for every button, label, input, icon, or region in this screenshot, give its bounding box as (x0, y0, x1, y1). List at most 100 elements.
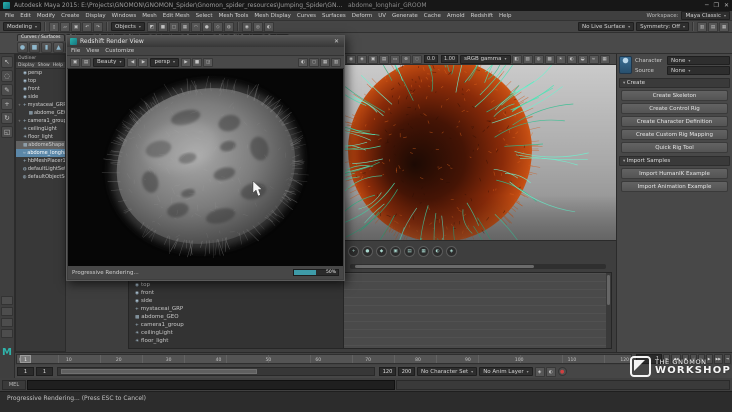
symmetry-dropdown[interactable]: Symmetry: Off (636, 22, 689, 31)
dopesheet-item-floor-light[interactable]: ☀ floor_light (129, 337, 343, 345)
filter-button[interactable]: ◐ (432, 246, 443, 257)
menu-deform[interactable]: Deform (349, 13, 375, 19)
render-settings-icon[interactable]: ◐ (263, 21, 274, 32)
menu-uv[interactable]: UV (375, 13, 389, 19)
zoom-fit-icon[interactable]: ◻ (309, 57, 319, 67)
layout-persp-graph-button[interactable] (1, 329, 13, 338)
menu-arnold[interactable]: Arnold (444, 13, 468, 19)
start-ipr-icon[interactable]: ▶ (180, 57, 191, 67)
create-skeleton-button[interactable]: Create Skeleton (621, 90, 728, 101)
toggle-tool-settings-icon[interactable]: ▤ (708, 21, 718, 32)
rv-close-button[interactable]: ✕ (332, 38, 341, 45)
shelf-icon-nurbs-sphere[interactable]: ● (17, 42, 28, 53)
menu-help[interactable]: Help (496, 13, 515, 19)
stop-render-icon[interactable]: ■ (191, 57, 202, 67)
expand-arrow[interactable]: + (18, 103, 22, 107)
character-dropdown[interactable]: None (667, 56, 730, 65)
camera-attributes-icon[interactable]: ▣ (368, 54, 378, 64)
save-snapshot-icon[interactable]: ▣ (70, 57, 80, 67)
oversampling-icon[interactable]: ◌ (412, 54, 422, 64)
frame-playback-range-button[interactable]: ▤ (404, 246, 415, 257)
display-gamma-icon[interactable]: ◐ (298, 57, 308, 67)
outliner-item-top[interactable]: ◉ top (16, 77, 65, 85)
rv-menu-view[interactable]: View (86, 48, 99, 54)
playback-start-field[interactable]: 1 (36, 367, 53, 376)
menu-mesh-tools[interactable]: Mesh Tools (216, 13, 252, 19)
command-input[interactable] (27, 379, 395, 390)
toggle-channel-box-icon[interactable]: ▦ (719, 21, 729, 32)
outliner-menu-help[interactable]: Help (53, 63, 63, 68)
selection-mask-dropdown[interactable]: Objects (111, 22, 145, 31)
menu-mesh-display[interactable]: Mesh Display (251, 13, 294, 19)
dopesheet-item-mystaceai-grp[interactable]: + mystaceai_GRP (129, 305, 343, 313)
2d-pan-zoom-icon[interactable]: ⊕ (401, 54, 411, 64)
load-snapshot-icon[interactable]: ▤ (81, 57, 91, 67)
close-button[interactable]: ✕ (724, 2, 729, 9)
snap-plane-icon[interactable]: ◇ (212, 21, 223, 32)
menu-windows[interactable]: Windows (109, 13, 140, 19)
view-transform-dropdown[interactable]: sRGB gamma (460, 54, 511, 64)
isolate-select-icon[interactable]: ◧ (511, 54, 522, 64)
exposure-field[interactable]: 0.0 (424, 55, 438, 63)
scrollbar-thumb[interactable] (607, 275, 610, 305)
playback-end-field[interactable]: 120 (379, 367, 396, 376)
multisampling-icon[interactable]: ▦ (599, 54, 610, 64)
menu-create[interactable]: Create (58, 13, 82, 19)
dopesheet-item-camera1-group[interactable]: + camera1_group (129, 321, 343, 329)
open-scene-icon[interactable]: ▱ (60, 21, 71, 32)
rv-menu-file[interactable]: File (71, 48, 80, 54)
motion-blur-icon[interactable]: ≈ (588, 54, 599, 64)
select-tool-icon[interactable]: ↖ (1, 56, 13, 68)
live-surface-dropdown[interactable]: No Live Surface (577, 22, 635, 31)
dopesheet-item-top[interactable]: ◉ top (129, 281, 343, 289)
outliner-menu-display[interactable]: Display (18, 63, 35, 68)
import-humanik-example-button[interactable]: Import HumanIK Example (621, 168, 728, 179)
dopesheet-item-ceilinglight[interactable]: ☀ ceilingLight (129, 329, 343, 337)
new-scene-icon[interactable]: ▯ (49, 21, 60, 32)
rv-menu-customize[interactable]: Customize (105, 48, 134, 54)
menu-edit[interactable]: Edit (17, 13, 34, 19)
outliner-item-abdome-longhair[interactable]: ≈abdome_longhair (16, 149, 65, 157)
toggle-attribute-editor-icon[interactable]: ▥ (697, 21, 707, 32)
menu-generate[interactable]: Generate (389, 13, 421, 19)
command-mode-toggle[interactable]: MEL (2, 379, 26, 390)
outliner-item-side[interactable]: ◉ side (16, 93, 65, 101)
dopesheet-item-front[interactable]: ◉ front (129, 289, 343, 297)
dopesheet-key-area[interactable] (344, 272, 612, 349)
maximize-button[interactable]: ❐ (714, 2, 719, 9)
layout-four-pane-button[interactable] (1, 307, 13, 316)
create-custom-rig-mapping-button[interactable]: Create Custom Rig Mapping (621, 129, 728, 140)
range-slider-handle[interactable] (61, 369, 258, 374)
menu-redshift[interactable]: Redshift (468, 13, 496, 19)
outliner-item-ceilinglight[interactable]: ☀ ceilingLight (16, 125, 65, 133)
layout-grid-icon[interactable]: ▦ (320, 57, 330, 67)
shelf-icon-nurbs-cone[interactable]: ▲ (53, 42, 64, 53)
select-object-icon[interactable]: ■ (157, 21, 168, 32)
timeline-ruler[interactable]: 0102030405060708090100110120 1 (16, 354, 632, 364)
quick-rig-tool-button[interactable]: Quick Rig Tool (621, 142, 728, 153)
source-dropdown[interactable]: None (667, 66, 730, 75)
auto-key-button[interactable]: ● (557, 367, 567, 376)
outliner-item-floor-light[interactable]: ☀ floor_light (16, 133, 65, 141)
shadows-icon[interactable]: ◐ (566, 54, 577, 64)
animation-end-field[interactable]: 200 (398, 367, 415, 376)
snap-grid-icon[interactable]: ▦ (179, 21, 190, 32)
scale-tool-icon[interactable]: ◱ (1, 126, 13, 138)
next-aov-icon[interactable]: ▶ (138, 57, 149, 67)
menu-select[interactable]: Select (193, 13, 216, 19)
current-frame-marker[interactable]: 1 (20, 355, 31, 363)
vertical-scrollbar[interactable] (606, 273, 611, 348)
menu-file[interactable]: File (2, 13, 17, 19)
workspace-dropdown[interactable]: Maya Classic (681, 11, 730, 20)
textured-icon[interactable]: ▩ (544, 54, 555, 64)
layout-single-pane-button[interactable] (1, 296, 13, 305)
character-set-dropdown[interactable]: No Character Set (417, 367, 478, 376)
outliner-item-hbmeshplacer1[interactable]: + hbMeshPlacer1 (16, 157, 65, 165)
horizontal-scrollbar[interactable] (350, 264, 606, 269)
titlebar[interactable]: Autodesk Maya 2015: E:\Projects\GNOMON\G… (0, 0, 732, 11)
select-camera-icon[interactable]: ◉ (346, 54, 356, 64)
animation-start-field[interactable]: 1 (17, 367, 34, 376)
select-hierarchy-icon[interactable]: ◩ (146, 21, 157, 32)
redo-icon[interactable]: ↷ (93, 21, 104, 32)
section-create[interactable]: Create (619, 78, 730, 88)
